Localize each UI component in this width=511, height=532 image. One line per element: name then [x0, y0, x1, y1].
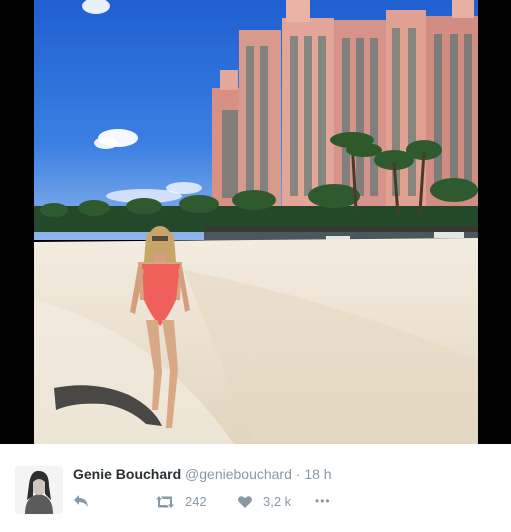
- tweet-card[interactable]: Genie Bouchard @geniebouchard · 18 h 242…: [0, 454, 511, 532]
- heart-icon: [238, 495, 252, 508]
- retweet-button[interactable]: 242: [155, 494, 207, 509]
- tweet-header: Genie Bouchard @geniebouchard · 18 h: [73, 466, 332, 482]
- reply-button[interactable]: [73, 494, 89, 508]
- author-handle[interactable]: @geniebouchard: [185, 466, 292, 482]
- like-count: 3,2 k: [263, 494, 292, 509]
- reply-icon: [74, 495, 88, 507]
- tweet-photo[interactable]: [34, 0, 478, 444]
- more-icon: •••: [315, 494, 331, 508]
- beach-photo-illustration: [34, 0, 478, 444]
- media-container: [0, 0, 511, 444]
- like-button[interactable]: 3,2 k: [237, 494, 291, 509]
- author-name[interactable]: Genie Bouchard: [73, 466, 181, 482]
- time-separator: ·: [295, 466, 301, 482]
- media-divider: [0, 444, 511, 454]
- retweet-count: 242: [185, 494, 207, 509]
- avatar[interactable]: [15, 466, 63, 514]
- tweet-actions: 242 3,2 k •••: [73, 494, 473, 514]
- avatar-image: [15, 466, 63, 514]
- tweet-timestamp[interactable]: 18 h: [304, 466, 331, 482]
- more-button[interactable]: •••: [315, 494, 331, 508]
- retweet-icon: [156, 495, 174, 508]
